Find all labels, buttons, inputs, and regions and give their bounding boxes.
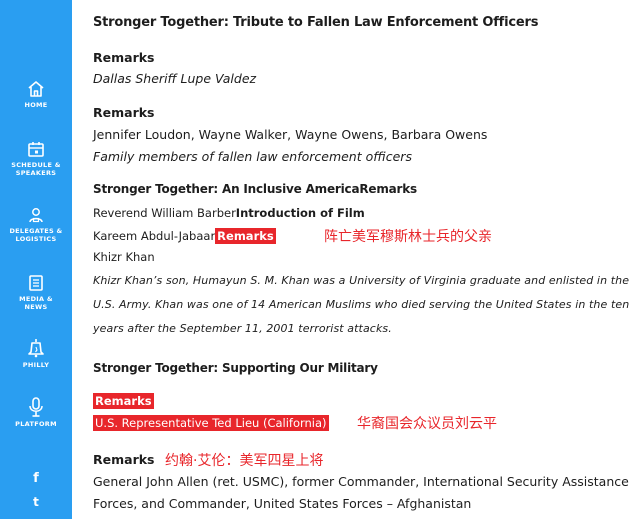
speaker-name: Reverend William Barber <box>93 206 236 220</box>
speaker-name: Forces, and Commander, United States For… <box>93 496 472 511</box>
section-title: Stronger Together: Supporting Our Milita… <box>93 361 378 375</box>
sidebar-item-label: HOME <box>24 101 48 109</box>
speaker-bio: Khizr Khan’s son, Humayun S. M. Khan was… <box>93 274 630 287</box>
sidebar-item-delegates[interactable]: DELEGATES & LOGISTICS <box>0 206 72 243</box>
annotation-allen: 约翰·艾伦：美军四星上将 <box>165 453 324 469</box>
event-label: Introduction of Film <box>235 206 365 220</box>
annotation-khan: 阵亡美军穆斯林士兵的父亲 <box>324 229 492 245</box>
sidebar-item-home[interactable]: HOME <box>0 80 72 109</box>
calendar-icon <box>0 140 72 158</box>
remarks-label: Remarks <box>93 50 155 65</box>
remarks-label: Remarks <box>93 105 155 120</box>
badge-icon <box>0 206 72 224</box>
speaker-names: Jennifer Loudon, Wayne Walker, Wayne Owe… <box>93 127 488 142</box>
section-title: Stronger Together: Tribute to Fallen Law… <box>93 15 539 30</box>
sidebar-item-label: SCHEDULE & SPEAKERS <box>11 161 61 177</box>
remarks-label: Remarks <box>93 452 155 467</box>
sidebar-item-label: MEDIA & NEWS <box>19 295 53 311</box>
schedule-content: Stronger Together: Tribute to Fallen Law… <box>93 0 633 519</box>
remarks-label: Remarks <box>93 393 154 409</box>
facebook-icon[interactable]: f <box>0 471 72 486</box>
newspaper-icon <box>0 274 72 292</box>
sidebar: HOME SCHEDULE & SPEAKERS DELEGATES & LOGIS… <box>0 0 72 519</box>
section-title: Stronger Together: An Inclusive AmericaR… <box>93 182 417 196</box>
speaker-name: Khizr Khan <box>93 250 155 264</box>
remarks-highlight: Remarks <box>215 228 276 244</box>
speaker-name: U.S. Representative Ted Lieu (California… <box>93 415 329 431</box>
speaker-bio: U.S. Army. Khan was one of 14 American M… <box>93 298 630 311</box>
speaker-name: Dallas Sheriff Lupe Valdez <box>93 71 257 86</box>
annotation-lieu: 华裔国会众议员刘云平 <box>357 416 497 432</box>
speaker-bio: years after the September 11, 2001 terro… <box>93 322 392 335</box>
sidebar-item-label: PHILLY <box>22 361 50 369</box>
microphone-icon <box>0 397 72 417</box>
speaker-name: General John Allen (ret. USMC), former C… <box>93 474 629 489</box>
speaker-name: Kareem Abdul-Jabaar <box>93 229 216 243</box>
sidebar-item-philly[interactable]: PHILLY <box>0 338 72 369</box>
sidebar-item-platform[interactable]: PLATFORM <box>0 397 72 428</box>
home-icon <box>0 80 72 98</box>
sidebar-item-label: DELEGATES & LOGISTICS <box>9 227 63 243</box>
speaker-row: Kareem Abdul-Jabaar Remarks <box>93 228 276 244</box>
twitter-icon[interactable]: t <box>0 495 72 509</box>
sidebar-item-schedule[interactable]: SCHEDULE & SPEAKERS <box>0 140 72 177</box>
liberty-bell-icon <box>0 338 72 358</box>
speaker-description: Family members of fallen law enforcement… <box>93 149 412 164</box>
speaker-row: Reverend William BarberIntroduction of F… <box>93 206 365 220</box>
sidebar-item-label: PLATFORM <box>15 420 57 428</box>
sidebar-item-media[interactable]: MEDIA & NEWS <box>0 274 72 311</box>
